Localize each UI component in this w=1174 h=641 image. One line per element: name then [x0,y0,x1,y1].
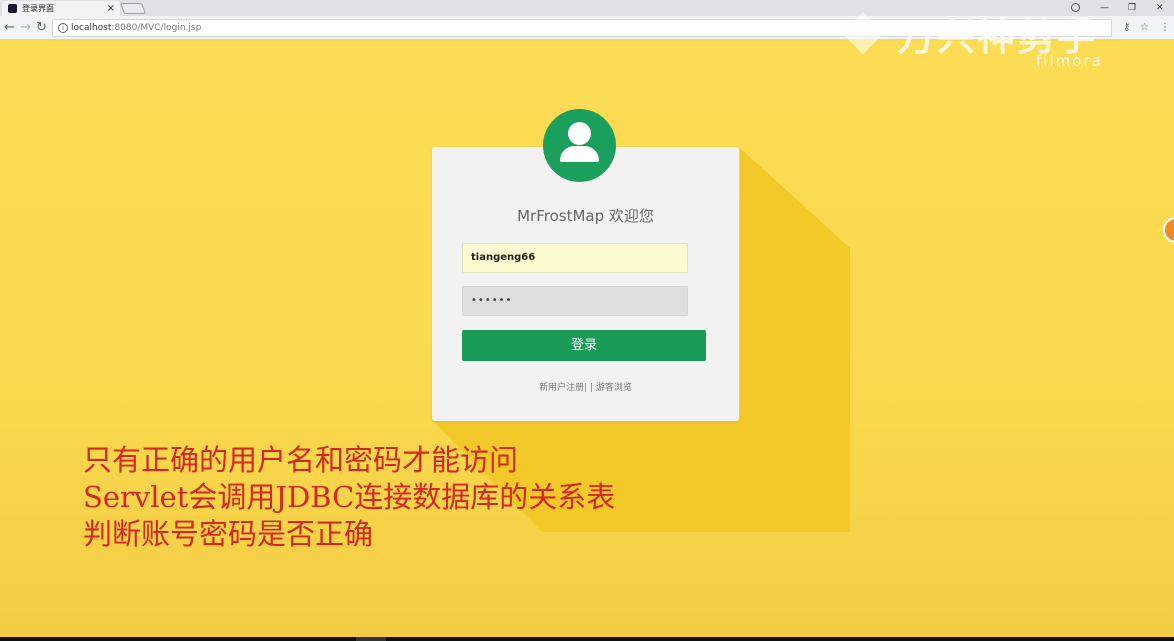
video-progress-mark [356,637,386,641]
auth-links: 新用户注册| | 游客浏览 [432,380,739,393]
key-icon[interactable]: ⚷ [1123,22,1130,34]
address-bar[interactable]: i localhost:8080/MVC/login.jsp [52,19,1112,37]
password-input[interactable]: •••••• [462,286,688,316]
site-info-icon[interactable]: i [58,23,68,33]
welcome-heading: MrFrostMap 欢迎您 [517,207,654,225]
close-window-icon[interactable]: ✕ [1156,0,1164,16]
menu-icon[interactable]: ⋮ [1160,22,1170,34]
browser-tabbar: 登录界面 × — ❐ ✕ [0,0,1174,16]
caption-line-2: Servlet会调用JDBC连接数据库的关系表 [83,480,616,514]
reload-icon[interactable]: ↻ [36,20,47,36]
video-caption: 只有正确的用户名和密码才能访问 Servlet会调用JDBC连接数据库的关系表 … [83,442,615,553]
guest-link[interactable]: 游客浏览 [596,383,632,393]
url-text: localhost:8080/MVC/login.jsp [71,23,202,33]
caption-line-3: 判断账号密码是否正确 [83,517,374,551]
user-avatar-icon [543,109,616,182]
profile-icon[interactable] [1071,3,1080,12]
browser-tab[interactable]: 登录界面 × [2,1,120,16]
browser-toolbar: ← → ↻ i localhost:8080/MVC/login.jsp ⚷ ☆… [0,16,1174,40]
video-bottom-bar [0,637,1174,641]
page-favicon-icon [8,4,17,13]
links-separator: | [589,383,594,393]
tab-close-icon[interactable]: × [107,1,115,16]
restore-icon[interactable]: ❐ [1128,0,1136,16]
register-link[interactable]: 新用户注册| [539,383,587,393]
bookmark-star-icon[interactable]: ☆ [1140,22,1149,34]
tab-title: 登录界面 [22,4,54,13]
new-tab-button[interactable] [119,3,147,14]
back-icon[interactable]: ← [4,20,15,36]
caption-line-1: 只有正确的用户名和密码才能访问 [83,443,519,477]
minimize-icon[interactable]: — [1100,0,1109,16]
username-input[interactable]: tiangeng66 [462,243,688,273]
login-button[interactable]: 登录 [462,330,706,361]
forward-icon[interactable]: → [20,20,31,36]
